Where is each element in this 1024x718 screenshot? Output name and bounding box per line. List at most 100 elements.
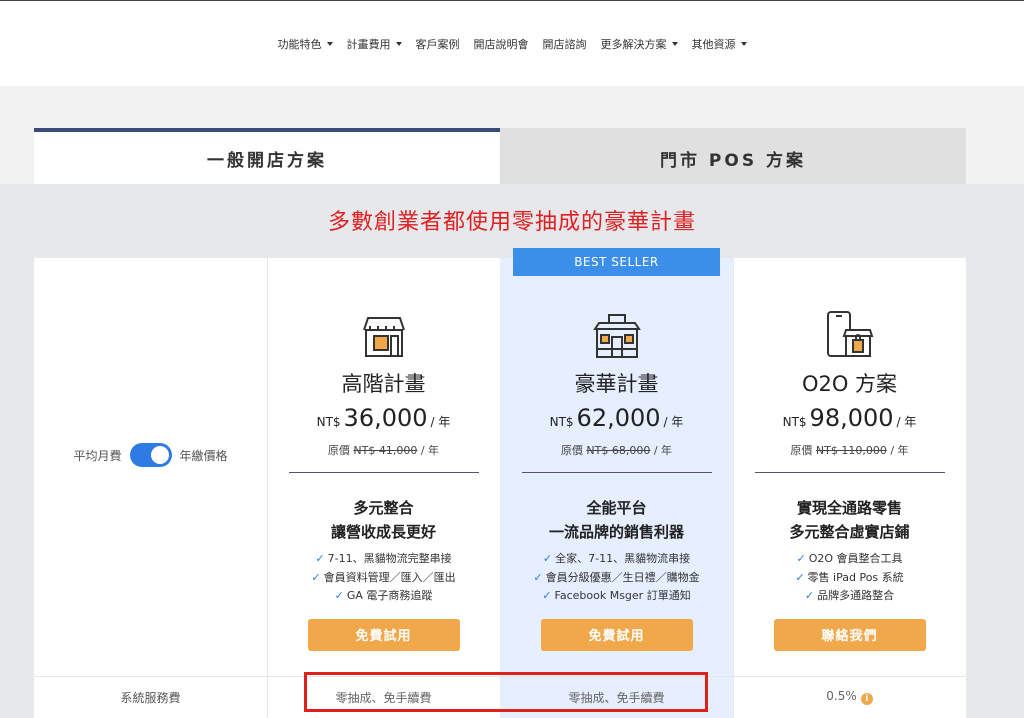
feature-item: ✓ 7-11、黑貓物流完整串接 bbox=[267, 550, 500, 569]
feature-text: 品牌多通路整合 bbox=[817, 589, 895, 602]
orig-amount: NT$ 110,000 bbox=[815, 444, 887, 457]
feature-text: 零售 iPad Pos 系統 bbox=[807, 570, 904, 584]
orig-label: 原價 bbox=[327, 444, 350, 457]
caret-down-icon bbox=[740, 42, 747, 46]
highlight-annotation-box bbox=[304, 672, 708, 712]
feature-text: GA 電子商務追蹤 bbox=[346, 589, 433, 602]
caret-down-icon bbox=[326, 42, 333, 46]
phone-store-icon bbox=[733, 310, 966, 362]
currency: NT$ bbox=[549, 415, 574, 429]
best-seller-badge: BEST SELLER bbox=[513, 248, 720, 276]
nav-item-seminar[interactable]: 開店說明會 bbox=[474, 36, 529, 52]
nav-item-cases[interactable]: 客戶案例 bbox=[416, 36, 460, 52]
tab-label: 門市 POS 方案 bbox=[660, 150, 806, 171]
feature-item: ✓ 會員分級優惠／生日禮／購物金 bbox=[500, 569, 733, 588]
tab-online-store[interactable]: 一般開店方案 bbox=[34, 128, 500, 184]
feature-item: ✓ 零售 iPad Pos 系統 bbox=[733, 569, 966, 588]
plan-tagline-2: 讓營收成長更好 bbox=[330, 523, 436, 541]
caret-down-icon bbox=[671, 42, 678, 46]
nav-label: 更多解決方案 bbox=[600, 38, 667, 51]
currency: NT$ bbox=[316, 415, 341, 429]
plan-name: O2O 方案 bbox=[801, 372, 898, 396]
nav-item-resources[interactable]: 其他資源 bbox=[692, 36, 747, 52]
feature-text: 會員分級優惠／生日禮／購物金 bbox=[545, 570, 700, 584]
fee-value: 0.5% bbox=[826, 689, 857, 703]
currency: NT$ bbox=[782, 415, 807, 429]
free-trial-button[interactable]: 免費試用 bbox=[540, 618, 693, 651]
nav-label: 其他資源 bbox=[691, 38, 736, 51]
feature-item: ✓ 品牌多通路整合 bbox=[733, 587, 966, 606]
nav-item-pricing[interactable]: 計畫費用 bbox=[347, 36, 402, 52]
monthly-label: 平均月費 bbox=[73, 448, 122, 463]
nav-label: 計畫費用 bbox=[346, 38, 391, 51]
service-fee-o2o: 0.5% i bbox=[733, 689, 966, 705]
plan-tagline-2: 一流品牌的銷售利器 bbox=[548, 523, 684, 541]
nav-item-consult[interactable]: 開店諮詢 bbox=[543, 36, 587, 52]
plan-tagline-1: 實現全通路零售 bbox=[796, 499, 902, 517]
divider bbox=[521, 472, 712, 473]
check-icon: ✓ bbox=[311, 570, 321, 584]
feature-item: ✓ 會員資料管理／匯入／匯出 bbox=[267, 569, 500, 588]
plan-premium: 高階計畫 NT$ 36,000/ 年 原價 NT$ 41,000 / 年 多元整合… bbox=[267, 310, 500, 651]
feature-text: O2O 會員整合工具 bbox=[808, 552, 903, 565]
store-building-icon bbox=[500, 310, 733, 362]
check-icon: ✓ bbox=[542, 552, 553, 565]
nav-label: 開店諮詢 bbox=[542, 38, 587, 51]
info-icon[interactable]: i bbox=[860, 693, 873, 705]
original-price: 原價 NT$ 41,000 / 年 bbox=[267, 442, 500, 458]
plan-tabs: 一般開店方案 門市 POS 方案 bbox=[34, 128, 966, 184]
free-trial-button[interactable]: 免費試用 bbox=[307, 618, 460, 651]
caret-down-icon bbox=[395, 42, 402, 46]
plan-price: NT$ 36,000/ 年 bbox=[267, 404, 500, 432]
orig-period: / 年 bbox=[890, 444, 909, 457]
price-amount: 98,000 bbox=[809, 404, 894, 432]
contact-us-button[interactable]: 聯絡我們 bbox=[773, 618, 926, 651]
tab-pos-store[interactable]: 門市 POS 方案 bbox=[500, 128, 966, 184]
orig-label: 原價 bbox=[560, 444, 583, 457]
service-fee-label: 系統服務費 bbox=[120, 691, 181, 705]
feature-item: ✓ O2O 會員整合工具 bbox=[733, 550, 966, 569]
plan-deluxe: 豪華計畫 NT$ 62,000/ 年 原價 NT$ 68,000 / 年 全能平台… bbox=[500, 310, 733, 651]
divider bbox=[754, 472, 945, 473]
main-nav: 功能特色 計畫費用 客戶案例 開店說明會 開店諮詢 更多解決方案 其他資源 bbox=[0, 36, 1024, 52]
billing-toggle-row: 平均月費 年繳價格 bbox=[34, 443, 267, 467]
promo-headline: 多數創業者都使用零抽成的豪華計畫 bbox=[327, 210, 696, 235]
plan-tagline-2: 多元整合虛實店鋪 bbox=[789, 523, 910, 541]
billing-toggle-switch[interactable] bbox=[129, 443, 172, 467]
divider bbox=[288, 472, 479, 473]
feature-item: ✓ GA 電子商務追蹤 bbox=[267, 587, 500, 606]
storefront-icon bbox=[267, 310, 500, 362]
toggle-knob bbox=[150, 446, 169, 464]
nav-label: 功能特色 bbox=[277, 38, 322, 51]
check-icon: ✓ bbox=[334, 589, 344, 602]
nav-item-solutions[interactable]: 更多解決方案 bbox=[601, 36, 678, 52]
check-icon: ✓ bbox=[796, 552, 806, 565]
original-price: 原價 NT$ 110,000 / 年 bbox=[733, 442, 966, 458]
check-icon: ✓ bbox=[542, 589, 552, 602]
feature-text: Facebook Msger 訂單通知 bbox=[554, 589, 691, 602]
price-period: / 年 bbox=[896, 415, 917, 429]
plan-name: 高階計畫 bbox=[341, 372, 426, 396]
yearly-label: 年繳價格 bbox=[179, 448, 228, 463]
feature-item: ✓ 全家、7-11、黑貓物流串接 bbox=[500, 550, 733, 569]
plan-price: NT$ 62,000/ 年 bbox=[500, 404, 733, 432]
feature-text: 全家、7-11、黑貓物流串接 bbox=[555, 552, 691, 565]
feature-list: ✓ 全家、7-11、黑貓物流串接 ✓ 會員分級優惠／生日禮／購物金 ✓ Faceboo… bbox=[500, 550, 733, 606]
feature-text: 會員資料管理／匯入／匯出 bbox=[323, 570, 456, 584]
plan-name: 豪華計畫 bbox=[574, 372, 659, 396]
price-amount: 36,000 bbox=[343, 404, 428, 432]
nav-label: 開店說明會 bbox=[473, 38, 529, 51]
feature-list: ✓ O2O 會員整合工具 ✓ 零售 iPad Pos 系統 ✓ 品牌多通路整合 bbox=[733, 550, 966, 606]
price-amount: 62,000 bbox=[576, 404, 661, 432]
check-icon: ✓ bbox=[533, 570, 543, 584]
plan-o2o: O2O 方案 NT$ 98,000/ 年 原價 NT$ 110,000 / 年 實… bbox=[733, 310, 966, 651]
nav-item-features[interactable]: 功能特色 bbox=[278, 36, 333, 52]
feature-list: ✓ 7-11、黑貓物流完整串接 ✓ 會員資料管理／匯入／匯出 ✓ GA 電子商務追蹤 bbox=[267, 550, 500, 606]
price-period: / 年 bbox=[430, 415, 451, 429]
orig-period: / 年 bbox=[420, 444, 440, 457]
plan-price: NT$ 98,000/ 年 bbox=[733, 404, 966, 432]
plan-tagline-1: 多元整合 bbox=[353, 499, 414, 517]
orig-label: 原價 bbox=[790, 444, 813, 457]
feature-item: ✓ Facebook Msger 訂單通知 bbox=[500, 587, 733, 606]
check-icon: ✓ bbox=[315, 552, 325, 565]
